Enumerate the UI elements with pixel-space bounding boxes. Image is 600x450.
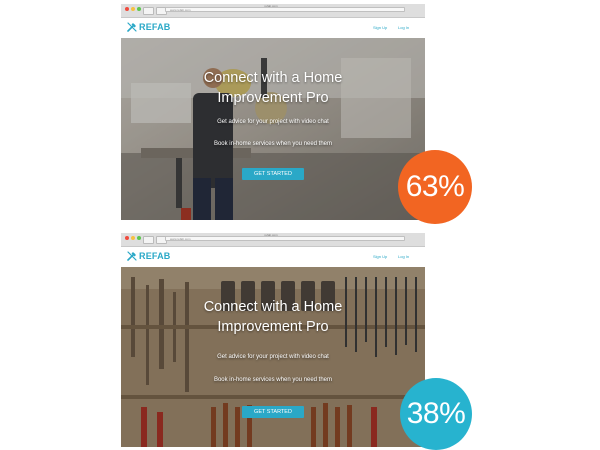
headline-line-2: Improvement Pro xyxy=(217,319,329,335)
headline-line-1: Connect with a Home xyxy=(203,299,343,315)
sign-up-link[interactable]: Sign Up xyxy=(373,254,387,259)
result-badge-variant-b: 38% xyxy=(400,378,472,450)
subtext-in-home: Book in-home services when you need them xyxy=(213,377,333,383)
browser-chrome: refab.com www.refab.com xyxy=(121,4,425,18)
refab-logo[interactable]: REFAB xyxy=(127,22,171,32)
subtext-video-chat: Get advice for your project with video c… xyxy=(217,354,329,360)
logo-text: REFAB xyxy=(139,251,171,261)
back-button[interactable] xyxy=(143,236,154,244)
address-bar[interactable]: www.refab.com xyxy=(165,236,405,241)
browser-chrome: refab.com www.refab.com xyxy=(121,233,425,247)
tools-icon xyxy=(127,251,137,261)
back-button[interactable] xyxy=(143,7,154,15)
logo-text: REFAB xyxy=(139,22,171,32)
hero-subtext: Get advice for your project with video c… xyxy=(121,118,425,126)
log-in-link[interactable]: Log In xyxy=(398,25,409,30)
window-controls xyxy=(125,7,141,11)
address-bar[interactable]: www.refab.com xyxy=(165,7,405,12)
minimize-window-icon[interactable] xyxy=(131,236,135,240)
cta-wrap: GET STARTED xyxy=(121,162,425,180)
hero-subtext-2: Book in-home services when you need them xyxy=(121,140,425,148)
tools-icon xyxy=(127,22,137,32)
subtext-in-home: Book in-home services when you need them xyxy=(213,141,333,147)
close-window-icon[interactable] xyxy=(125,7,129,11)
headline-line-1: Connect with a Home xyxy=(203,70,343,86)
get-started-button[interactable]: GET STARTED xyxy=(242,168,304,180)
hero-subtext: Get advice for your project with video c… xyxy=(121,353,425,361)
close-window-icon[interactable] xyxy=(125,236,129,240)
sign-up-link[interactable]: Sign Up xyxy=(373,25,387,30)
hero-section: Connect with a Home Improvement Pro Get … xyxy=(121,267,425,447)
hero-headline: Connect with a Home Improvement Pro xyxy=(121,68,425,108)
hero-subtext-2: Book in-home services when you need them xyxy=(121,376,425,384)
window-controls xyxy=(125,236,141,240)
hero-section: Connect with a Home Improvement Pro Get … xyxy=(121,38,425,220)
get-started-button[interactable]: GET STARTED xyxy=(242,406,304,418)
hero-headline: Connect with a Home Improvement Pro xyxy=(121,297,425,337)
headline-line-2: Improvement Pro xyxy=(217,90,329,106)
site-header: REFAB Sign Up Log In xyxy=(121,247,425,267)
subtext-video-chat: Get advice for your project with video c… xyxy=(217,119,329,125)
history-buttons xyxy=(143,236,167,244)
worker-with-saw-photo xyxy=(121,38,425,220)
minimize-window-icon[interactable] xyxy=(131,7,135,11)
maximize-window-icon[interactable] xyxy=(137,7,141,11)
log-in-link[interactable]: Log In xyxy=(398,254,409,259)
site-header: REFAB Sign Up Log In xyxy=(121,18,425,38)
refab-logo[interactable]: REFAB xyxy=(127,251,171,261)
history-buttons xyxy=(143,7,167,15)
result-badge-variant-a: 63% xyxy=(398,150,472,224)
maximize-window-icon[interactable] xyxy=(137,236,141,240)
cta-wrap: GET STARTED xyxy=(121,400,425,418)
browser-window-variant-b: refab.com www.refab.com REFAB Sign Up Lo… xyxy=(121,233,425,447)
browser-window-variant-a: refab.com www.refab.com REFAB Sign Up Lo… xyxy=(121,4,425,220)
